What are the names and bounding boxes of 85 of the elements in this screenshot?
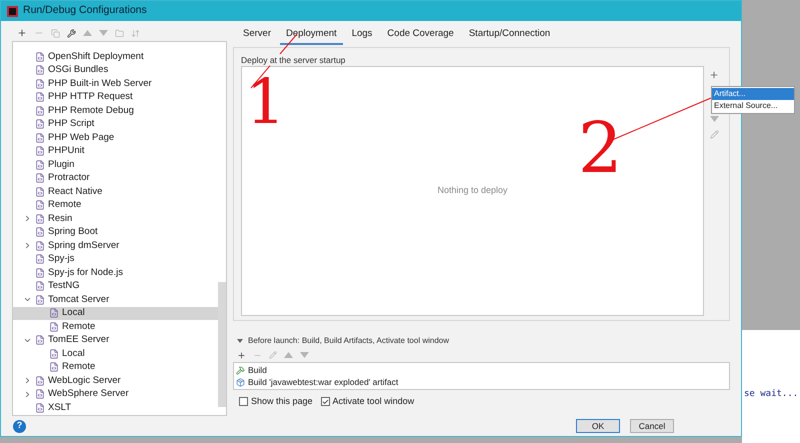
tree-item[interactable]: XSLT: [13, 401, 226, 414]
configuration-icon: [35, 200, 45, 210]
tree-item[interactable]: TomEE Server: [13, 334, 226, 347]
tree-item[interactable]: Remote: [13, 320, 226, 334]
tree-item[interactable]: Spy-js: [13, 252, 226, 266]
configuration-icon: [49, 348, 59, 359]
tree-item[interactable]: Local: [13, 347, 226, 360]
tree-item[interactable]: Protractor: [13, 172, 226, 185]
configuration-icon: [49, 308, 59, 318]
tab[interactable]: Deployment: [280, 25, 343, 45]
add-icon[interactable]: [17, 28, 27, 38]
menu-item[interactable]: Artifact...: [712, 88, 794, 100]
tree-item[interactable]: Spring Boot: [13, 226, 226, 239]
configuration-icon: [35, 240, 45, 251]
tab[interactable]: Logs: [346, 25, 378, 45]
checkbox[interactable]: [320, 397, 330, 406]
configuration-icon: [35, 173, 45, 184]
configuration-icon: [35, 146, 45, 156]
configuration-icon: [35, 214, 45, 224]
tree-item[interactable]: Plugin: [13, 158, 226, 172]
configuration-icon: [35, 52, 45, 62]
tree-item[interactable]: OpenShift Deployment: [13, 50, 226, 64]
section-title[interactable]: Before launch: Build, Build Artifacts, Activate tool window: [248, 335, 449, 347]
configuration-icon: [35, 65, 45, 76]
scrollbar-thumb[interactable]: [218, 282, 226, 407]
add-icon[interactable]: [237, 350, 246, 360]
tree-item[interactable]: Remote: [13, 360, 226, 374]
configuration-icon: [35, 389, 45, 400]
tree-item[interactable]: Remote: [13, 198, 226, 212]
task-item[interactable]: Build 'javawebtest:war exploded' artifact: [248, 376, 398, 388]
tree-item[interactable]: WebLogic Server: [13, 374, 226, 388]
tree-item[interactable]: PHPUnit: [13, 144, 226, 158]
empty-message: Nothing to deploy: [437, 184, 508, 198]
tree-item[interactable]: PHP Script: [13, 118, 226, 131]
hammer-icon: [236, 366, 245, 374]
group-title: Deploy at the server startup: [241, 54, 346, 66]
dialog-button[interactable]: Cancel: [630, 418, 674, 432]
configuration-icon: [35, 335, 45, 346]
configuration-icon: [35, 119, 45, 130]
tree-item[interactable]: Spy-js for Node.js: [13, 266, 226, 280]
annotation-number: 2: [578, 108, 623, 188]
tree-item[interactable]: Resin: [13, 212, 226, 226]
checkbox-label: Show this page: [251, 395, 313, 408]
configuration-icon: [35, 402, 45, 413]
configuration-icon: [35, 254, 45, 264]
tab[interactable]: Code Coverage: [381, 25, 460, 45]
tree-item[interactable]: Spring dmServer: [13, 239, 226, 252]
configuration-icon: [35, 160, 45, 170]
checkbox[interactable]: [239, 397, 248, 406]
task-item[interactable]: Build: [248, 364, 267, 376]
annotation-number: 1: [246, 65, 286, 140]
checkbox-label: Activate tool window: [332, 395, 414, 408]
add-icon[interactable]: [709, 70, 719, 80]
expanded-arrow-icon[interactable]: [237, 338, 243, 344]
package-icon: [236, 378, 245, 386]
configuration-icon: [49, 362, 59, 372]
configuration-icon: [35, 132, 45, 143]
configuration-icon: [35, 92, 45, 102]
menu-item[interactable]: External Source...: [712, 100, 794, 112]
tree-item[interactable]: Tomcat Server: [13, 293, 226, 306]
tab[interactable]: Server: [237, 25, 277, 45]
tree-item[interactable]: PHP Built-in Web Server: [13, 77, 226, 90]
console-text: se wait...: [744, 388, 800, 401]
configuration-icon: [49, 322, 59, 332]
configuration-icon: [35, 106, 45, 116]
tree-item[interactable]: TestNG: [13, 280, 226, 293]
configuration-icon: [35, 294, 45, 305]
configuration-icon: [35, 186, 45, 197]
wrench-icon[interactable]: [67, 28, 76, 38]
dialog-button[interactable]: OK: [576, 418, 620, 432]
configuration-icon: [35, 281, 45, 292]
tree-item[interactable]: PHP Web Page: [13, 131, 226, 144]
tree-item[interactable]: PHP Remote Debug: [13, 104, 226, 118]
configuration-icon: [35, 227, 45, 238]
tree-item[interactable]: OSGi Bundles: [13, 64, 226, 77]
app-logo-icon: [7, 6, 18, 16]
tree-item[interactable]: PHP HTTP Request: [13, 90, 226, 104]
configuration-icon: [35, 376, 45, 386]
help-button[interactable]: ?: [13, 420, 26, 432]
configuration-icon: [35, 78, 45, 89]
window-title: Run/Debug Configurations: [23, 3, 147, 18]
tree-item[interactable]: React Native: [13, 185, 226, 198]
tab[interactable]: Startup/Connection: [462, 25, 556, 45]
configuration-icon: [35, 268, 45, 278]
tree-item[interactable]: WebSphere Server: [13, 388, 226, 401]
